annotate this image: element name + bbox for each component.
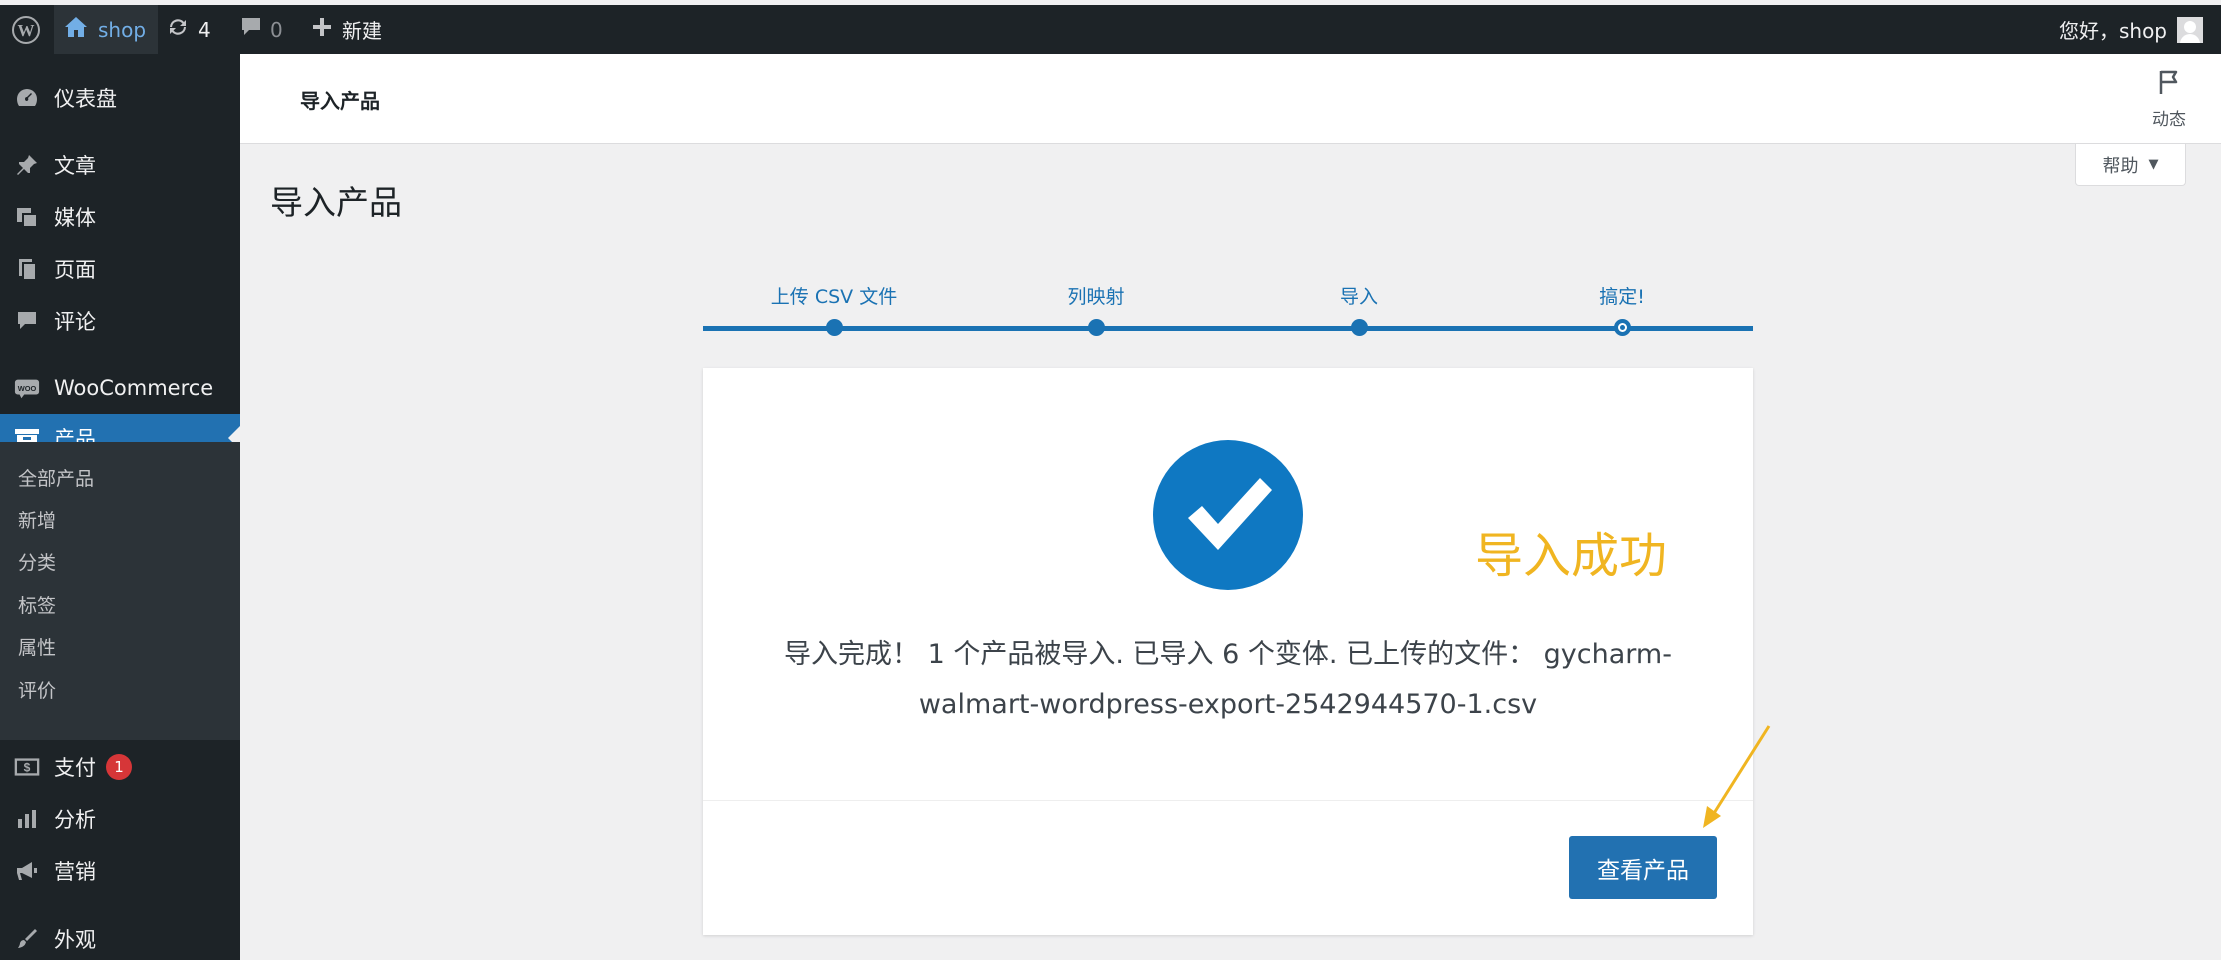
plus-icon — [312, 17, 332, 42]
admin-sidebar: 仪表盘 文章 媒体 页面 评论 WOO WooCommerce 产品 全部产品 … — [0, 54, 240, 960]
activity-label: 动态 — [2152, 110, 2186, 130]
bar-chart-icon — [14, 806, 40, 832]
new-content-link[interactable]: 新建 — [312, 5, 382, 54]
menu-label: 评论 — [54, 310, 96, 334]
menu-label: 文章 — [54, 154, 96, 178]
submenu-categories[interactable]: 分类 — [18, 546, 56, 576]
media-icon — [14, 204, 40, 230]
step-dot-active — [1614, 319, 1631, 336]
card-divider — [703, 800, 1753, 801]
step-mapping: 列映射 — [996, 282, 1196, 336]
menu-label: 外观 — [54, 928, 96, 952]
new-label: 新建 — [342, 19, 382, 43]
updates-link[interactable]: 4 — [166, 5, 211, 54]
menu-payments[interactable]: $ 支付 1 — [0, 743, 240, 791]
home-icon — [64, 16, 88, 43]
import-result-card: 导入成功 导入完成！ 1 个产品被导入. 已导入 6 个变体. 已上传的文件： … — [703, 368, 1753, 935]
import-steps: 上传 CSV 文件 列映射 导入 搞定! — [703, 282, 1753, 342]
menu-label: 仪表盘 — [54, 87, 117, 111]
my-account-link[interactable]: 您好，shop — [2059, 5, 2203, 54]
menu-dashboard[interactable]: 仪表盘 — [0, 74, 240, 122]
comment-bubble-icon — [240, 16, 262, 43]
menu-label: WooCommerce — [54, 376, 214, 400]
step-done: 搞定! — [1522, 282, 1722, 336]
menu-label: 页面 — [54, 258, 96, 282]
steps-track — [703, 326, 1753, 331]
page-icon — [14, 256, 40, 282]
payment-icon: $ — [14, 754, 40, 780]
admin-bar: W shop 4 0 新建 您好，shop — [0, 5, 2221, 54]
avatar — [2177, 16, 2203, 43]
brush-icon — [14, 926, 40, 952]
woocommerce-header: 导入产品 动态 — [240, 54, 2221, 144]
menu-media[interactable]: 媒体 — [0, 193, 240, 241]
menu-label: 营销 — [54, 860, 96, 884]
woo-icon: WOO — [14, 375, 40, 401]
submenu-all-products[interactable]: 全部产品 — [18, 462, 94, 492]
annotation-arrow-icon — [1703, 725, 1771, 828]
success-annotation: 导入成功 — [1475, 528, 1668, 584]
svg-text:WOO: WOO — [18, 384, 37, 393]
page-title: 导入产品 — [270, 183, 402, 222]
comments-link[interactable]: 0 — [240, 5, 283, 54]
megaphone-icon — [14, 858, 40, 884]
activity-button[interactable]: 动态 — [2139, 68, 2199, 130]
updates-count: 4 — [198, 17, 211, 42]
greeting: 您好，shop — [2058, 19, 2167, 43]
step-label: 列映射 — [1067, 286, 1125, 308]
flag-icon — [2139, 68, 2199, 101]
menu-pages[interactable]: 页面 — [0, 245, 240, 293]
help-tab-button[interactable]: 帮助 ▼ — [2075, 144, 2186, 186]
help-label: 帮助 — [2102, 155, 2139, 177]
step-dot — [1088, 319, 1105, 336]
menu-marketing[interactable]: 营销 — [0, 847, 240, 895]
notification-badge: 1 — [106, 754, 132, 780]
step-label: 搞定! — [1599, 286, 1645, 308]
step-import: 导入 — [1259, 282, 1459, 336]
menu-woocommerce[interactable]: WOO WooCommerce — [0, 364, 240, 412]
submenu-attributes[interactable]: 属性 — [18, 631, 56, 661]
step-label: 导入 — [1339, 286, 1378, 308]
menu-label: 媒体 — [54, 206, 96, 230]
caret-down-icon: ▼ — [2148, 157, 2159, 172]
import-done-message: 导入完成！ 1 个产品被导入. 已导入 6 个变体. 已上传的文件： gycha… — [784, 639, 1672, 720]
dashboard-icon — [14, 85, 40, 111]
view-products-button[interactable]: 查看产品 — [1569, 836, 1717, 899]
svg-text:W: W — [18, 21, 35, 40]
submenu-tags[interactable]: 标签 — [18, 589, 56, 619]
checkmark-icon — [1153, 440, 1303, 590]
pin-icon — [14, 152, 40, 178]
submenu-add-new[interactable]: 新增 — [18, 504, 56, 534]
site-name-link[interactable]: shop — [54, 5, 159, 54]
step-dot — [826, 319, 843, 336]
menu-label: 支付 — [54, 756, 96, 780]
header-title: 导入产品 — [300, 88, 380, 113]
comments-count: 0 — [270, 17, 283, 42]
menu-comments[interactable]: 评论 — [0, 297, 240, 345]
step-dot — [1351, 319, 1368, 336]
step-upload: 上传 CSV 文件 — [734, 282, 934, 336]
menu-analytics[interactable]: 分析 — [0, 795, 240, 843]
refresh-icon — [166, 15, 190, 44]
comment-icon — [14, 308, 40, 334]
step-label: 上传 CSV 文件 — [770, 286, 898, 308]
site-name: shop — [98, 17, 147, 42]
svg-text:$: $ — [24, 761, 31, 775]
menu-posts[interactable]: 文章 — [0, 141, 240, 189]
products-submenu: 全部产品 新增 分类 标签 属性 评价 — [0, 442, 240, 740]
submenu-reviews[interactable]: 评价 — [18, 674, 56, 704]
menu-label: 分析 — [54, 808, 96, 832]
menu-appearance[interactable]: 外观 — [0, 915, 240, 960]
wordpress-logo-icon[interactable]: W — [6, 5, 46, 54]
